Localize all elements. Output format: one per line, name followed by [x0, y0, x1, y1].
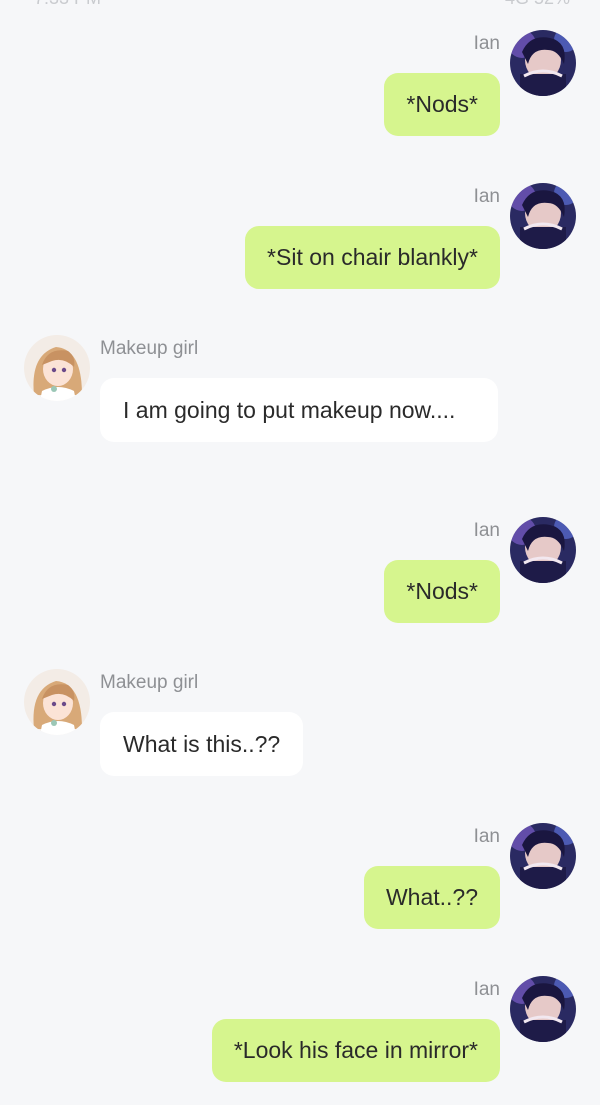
sender-name: Ian	[473, 979, 500, 1000]
sender-name: Ian	[473, 826, 500, 847]
makeup-girl-avatar[interactable]	[24, 335, 90, 401]
message-bubble[interactable]: What..??	[363, 866, 500, 929]
makeup-girl-avatar[interactable]	[24, 669, 90, 735]
status-time: 7:33 PM	[34, 0, 101, 9]
sender-name: Makeup girl	[100, 672, 199, 693]
ian-avatar[interactable]	[510, 823, 576, 889]
status-indicators: 4G 52%	[505, 0, 570, 9]
ian-avatar[interactable]	[510, 976, 576, 1042]
status-bar: 7:33 PM 4G 52%	[0, 0, 600, 10]
ian-avatar[interactable]	[510, 183, 576, 249]
sender-name: Makeup girl	[100, 338, 199, 359]
ian-avatar[interactable]	[510, 517, 576, 583]
message-bubble[interactable]: What is this..??	[100, 712, 304, 776]
message-bubble[interactable]: *Nods*	[384, 73, 500, 136]
message-bubble[interactable]: *Sit on chair blankly*	[245, 226, 500, 289]
sender-name: Ian	[473, 186, 500, 207]
message-bubble[interactable]: I am going to put makeup now....	[100, 378, 498, 442]
sender-name: Ian	[473, 33, 500, 54]
ian-avatar[interactable]	[510, 30, 576, 96]
sender-name: Ian	[473, 520, 500, 541]
message-bubble[interactable]: *Look his face in mirror*	[211, 1019, 500, 1082]
message-bubble[interactable]: *Nods*	[384, 560, 500, 623]
